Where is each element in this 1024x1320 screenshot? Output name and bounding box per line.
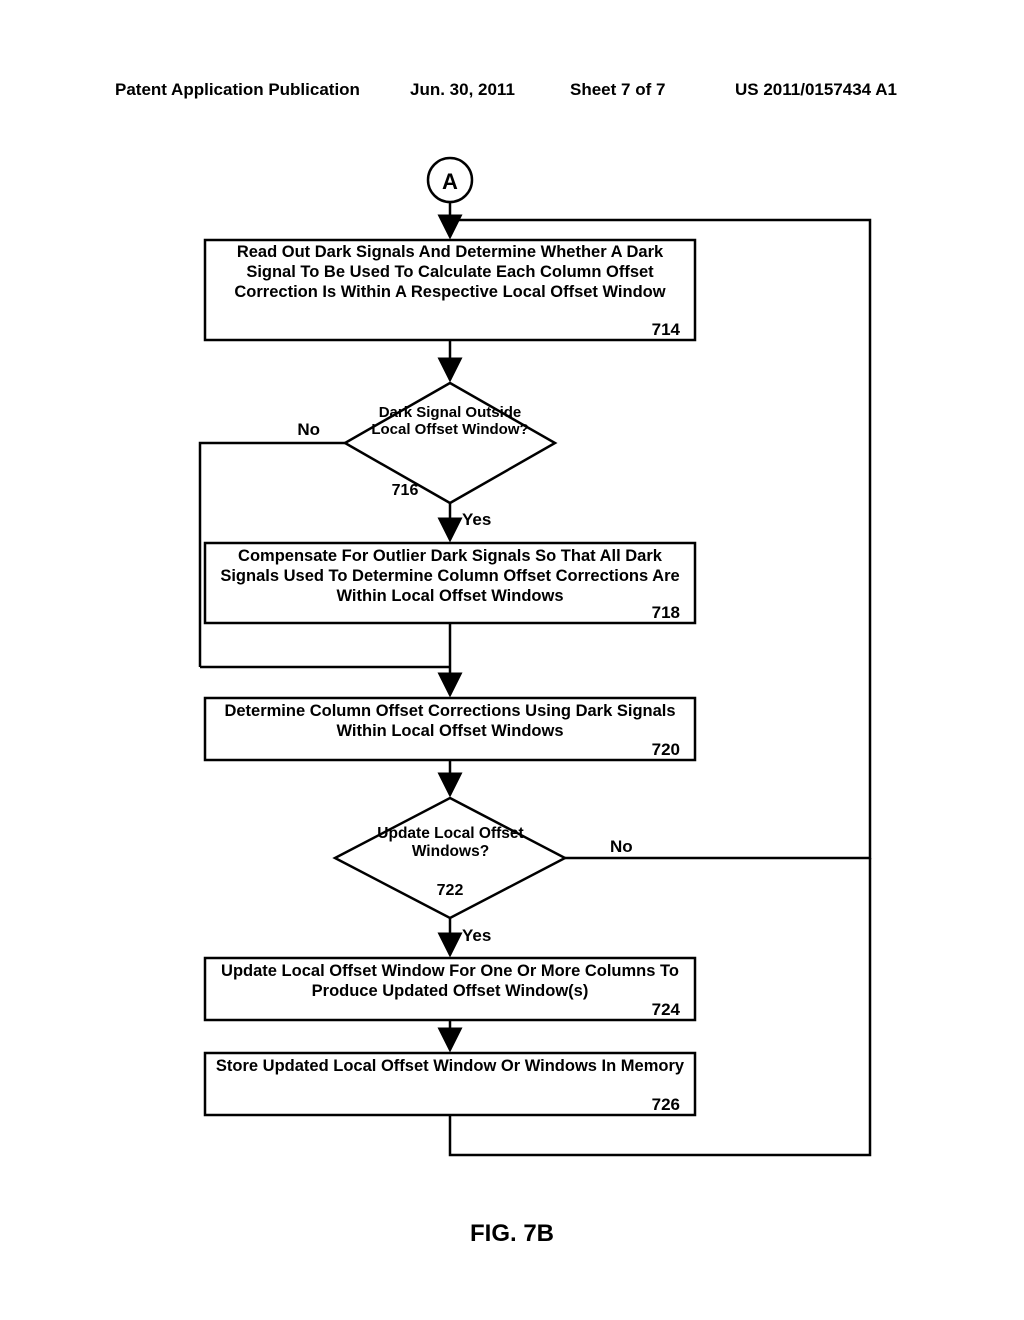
box-726: Store Updated Local Offset Window Or Win… xyxy=(205,1053,695,1115)
box-714-num: 714 xyxy=(652,320,681,339)
figure-caption: FIG. 7B xyxy=(0,1220,1024,1248)
box-718: Compensate For Outlier Dark Signals So T… xyxy=(205,543,695,623)
decision-722: Update Local Offset Windows? 722 xyxy=(335,798,565,918)
decision-716-num: 716 xyxy=(392,482,419,499)
decision-716-no: No xyxy=(297,420,320,439)
decision-716: Dark Signal Outside Local Offset Window?… xyxy=(345,383,555,503)
decision-722-text: Update Local Offset Windows? xyxy=(377,825,523,860)
decision-722-yes: Yes xyxy=(462,926,491,945)
header-pubno: US 2011/0157434 A1 xyxy=(735,80,897,100)
flowchart: A Read Out Dark Signals And Determine Wh… xyxy=(110,155,930,1205)
box-726-text: Store Updated Local Offset Window Or Win… xyxy=(216,1057,684,1075)
header-publication: Patent Application Publication xyxy=(115,80,360,100)
box-726-num: 726 xyxy=(652,1095,680,1114)
box-718-num: 718 xyxy=(652,603,680,622)
box-714-text: Read Out Dark Signals And Determine Whet… xyxy=(234,243,665,301)
decision-716-text: Dark Signal Outside Local Offset Window? xyxy=(371,405,528,438)
decision-716-yes: Yes xyxy=(462,510,491,529)
box-724-text: Update Local Offset Window For One Or Mo… xyxy=(221,962,679,1000)
connector-label: A xyxy=(442,169,458,194)
decision-722-no: No xyxy=(610,837,633,856)
box-714: Read Out Dark Signals And Determine Whet… xyxy=(205,240,695,340)
header-sheet: Sheet 7 of 7 xyxy=(570,80,665,100)
box-724: Update Local Offset Window For One Or Mo… xyxy=(205,958,695,1020)
box-718-text: Compensate For Outlier Dark Signals So T… xyxy=(220,547,679,605)
box-720-text: Determine Column Offset Corrections Usin… xyxy=(224,702,675,740)
header-date: Jun. 30, 2011 xyxy=(410,80,515,100)
connector-a: A xyxy=(428,158,472,202)
box-720-num: 720 xyxy=(652,740,680,759)
box-724-num: 724 xyxy=(652,1000,681,1019)
decision-722-num: 722 xyxy=(437,882,464,899)
box-720: Determine Column Offset Corrections Usin… xyxy=(205,698,695,760)
